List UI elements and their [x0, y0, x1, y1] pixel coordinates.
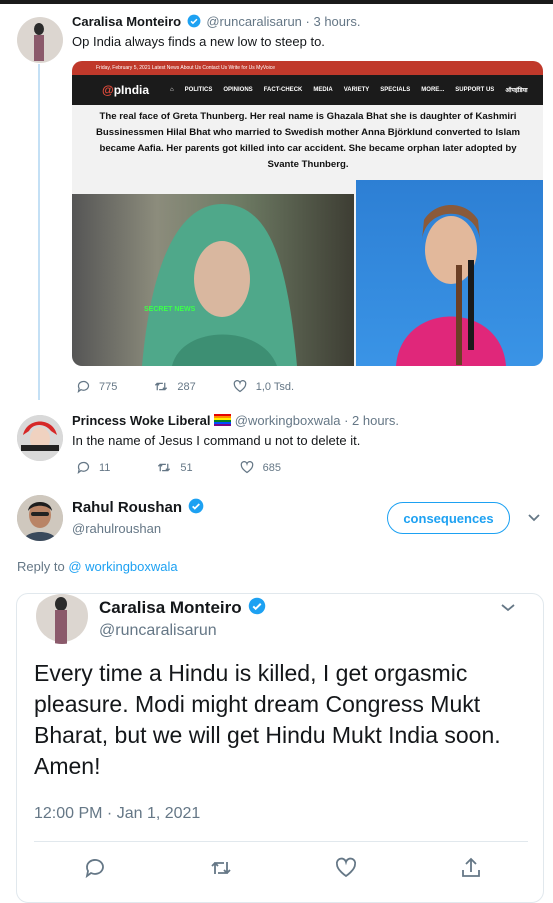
like-count: 1,0 Tsd. — [255, 380, 295, 393]
embed-actions — [83, 856, 483, 880]
like-action[interactable]: 685 — [239, 460, 281, 475]
chevron-down-icon — [500, 600, 516, 618]
author-handle: @runcaralisarun — [99, 622, 217, 639]
embed-tweet-text: Every time a Hindu is killed, I get orga… — [34, 660, 501, 779]
heart-icon — [233, 380, 247, 393]
tweet-header: Princess Woke Liberal @workingboxwala · … — [72, 413, 399, 428]
reply-count: 775 — [99, 380, 118, 393]
author-handle[interactable]: @rahulroushan — [72, 521, 161, 536]
author-handle[interactable]: @workingboxwala — [235, 413, 341, 428]
embedded-tweet[interactable]: Caralisa Monteiro @runcaralisarun Every … — [16, 593, 544, 903]
media-menu-bar: @pIndia ⌂ POLITICS OPINIONS FACT-CHECK M… — [72, 75, 543, 105]
heart-icon — [336, 857, 357, 878]
media-logo: @pIndia — [102, 83, 149, 97]
avatar[interactable] — [17, 495, 63, 541]
avatar[interactable] — [17, 415, 63, 461]
media-menu-item: FACT-CHECK — [263, 87, 303, 93]
photo-greta — [356, 180, 543, 366]
thread-line — [38, 64, 40, 400]
tweet-text: Op India always finds a new low to steep… — [72, 34, 325, 49]
heart-icon — [240, 461, 253, 474]
author-name[interactable]: Princess Woke Liberal — [72, 413, 211, 428]
share-icon — [462, 857, 480, 877]
verified-icon — [249, 597, 266, 615]
media-menu-item: ऑपइंडिया — [505, 88, 528, 94]
author-handle[interactable]: @runcaralisarun — [206, 14, 302, 29]
tweet-header: Caralisa Monteiro — [99, 597, 268, 618]
reply-to-line: Reply to @ workingboxwala — [17, 559, 178, 574]
top-bar — [0, 0, 553, 4]
rainbow-flag-icon — [214, 414, 232, 426]
media-menu-item: MORE... — [421, 87, 445, 93]
embed-divider — [34, 841, 528, 842]
media-caption: The real face of Greta Thunberg. Her rea… — [96, 111, 520, 170]
tweet-header: Rahul Roushan — [72, 498, 206, 516]
tweet-text: In the name of Jesus I command u not to … — [72, 433, 361, 448]
media-watermark: SECRET NEWS — [144, 306, 196, 313]
embed-timestamp: 12:00 PM · Jan 1, 2021 — [34, 805, 201, 822]
retweet-action[interactable]: 287 — [153, 379, 196, 394]
retweet-action[interactable]: 51 — [156, 460, 193, 475]
retweet-icon — [158, 463, 171, 472]
media-menu-item: SPECIALS — [380, 87, 411, 93]
retweet-icon — [211, 862, 231, 874]
chevron-down-icon[interactable] — [527, 510, 541, 528]
media-menu-home-icon: ⌂ — [170, 87, 174, 93]
reply-icon — [77, 461, 90, 474]
reply-action[interactable]: 775 — [76, 379, 117, 394]
retweet-icon — [155, 382, 168, 391]
tweet-actions: 775 287 1,0 Tsd. — [76, 379, 330, 394]
reply-icon — [77, 380, 90, 393]
media-menu-item: SUPPORT US — [455, 87, 495, 93]
media-menu-item: OPINIONS — [223, 87, 253, 93]
author-name: Caralisa Monteiro — [99, 598, 242, 617]
tweet-header: Caralisa Monteiro @runcaralisarun · 3 ho… — [72, 14, 360, 29]
retweet-count: 51 — [180, 461, 193, 474]
reply-to-label: Reply to — [17, 559, 65, 574]
tweet-actions: 11 51 685 — [76, 460, 317, 475]
follow-button[interactable]: consequences — [387, 502, 510, 534]
retweet-count: 287 — [177, 380, 196, 393]
author-name[interactable]: Caralisa Monteiro — [72, 14, 181, 29]
reply-icon — [85, 859, 104, 879]
media-menu-item: POLITICS — [184, 87, 213, 93]
media-logo-prefix: @ — [102, 83, 114, 97]
tweet-image[interactable]: Friday, February 5, 2021 Latest News Abo… — [72, 61, 543, 366]
tweet-time[interactable]: · 3 hours. — [306, 14, 361, 29]
media-nav-text: Friday, February 5, 2021 Latest News Abo… — [96, 65, 276, 71]
reply-count: 11 — [99, 461, 111, 474]
avatar — [33, 594, 91, 644]
verified-icon — [187, 14, 201, 28]
media-menu-item: VARIETY — [343, 87, 370, 93]
tweet-time[interactable]: · 2 hours. — [344, 413, 399, 428]
reply-to-handle[interactable]: @ workingboxwala — [68, 559, 177, 574]
verified-icon — [188, 498, 204, 514]
photo-hijab-woman: SECRET NEWS — [72, 194, 354, 366]
like-action[interactable]: 1,0 Tsd. — [232, 379, 294, 394]
author-name[interactable]: Rahul Roushan — [72, 499, 182, 516]
reply-action[interactable]: 11 — [76, 460, 110, 475]
like-count: 685 — [262, 461, 282, 474]
media-nav-bar: Friday, February 5, 2021 Latest News Abo… — [72, 61, 543, 75]
media-menu-item: MEDIA — [313, 87, 333, 93]
avatar[interactable] — [17, 17, 63, 63]
media-logo-text: pIndia — [113, 83, 150, 97]
